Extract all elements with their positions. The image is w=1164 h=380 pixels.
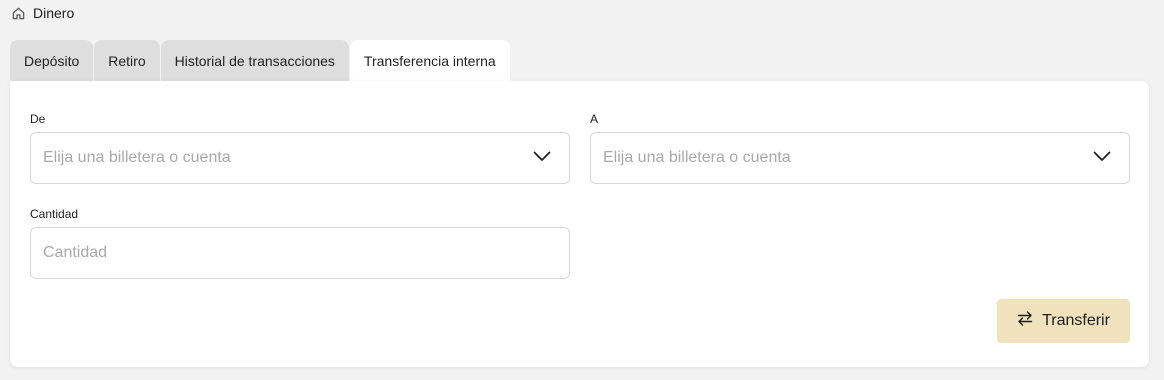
tab-retiro[interactable]: Retiro: [94, 40, 160, 81]
breadcrumb: Dinero: [11, 4, 74, 22]
transfer-button-label: Transferir: [1042, 312, 1110, 329]
tab-deposito[interactable]: Depósito: [10, 40, 94, 81]
to-select[interactable]: Elija una billetera o cuenta: [590, 132, 1130, 184]
tab-transferencia-interna[interactable]: Transferencia interna: [349, 40, 510, 81]
transfer-button[interactable]: Transferir: [997, 299, 1130, 343]
transfer-panel: De Elija una billetera o cuenta A Elija …: [10, 81, 1149, 367]
chevron-down-icon: [1093, 149, 1117, 167]
home-icon[interactable]: [11, 6, 26, 21]
swap-arrows-icon: [1017, 311, 1033, 331]
to-select-placeholder: Elija una billetera o cuenta: [603, 149, 791, 166]
tab-bar: Depósito Retiro Historial de transaccion…: [10, 40, 511, 81]
chevron-down-icon: [533, 149, 557, 167]
amount-input[interactable]: Cantidad: [30, 227, 570, 279]
tab-historial-transacciones[interactable]: Historial de transacciones: [160, 40, 349, 81]
breadcrumb-label[interactable]: Dinero: [33, 5, 74, 21]
to-label: A: [590, 112, 599, 126]
from-select[interactable]: Elija una billetera o cuenta: [30, 132, 570, 184]
from-label: De: [30, 112, 46, 126]
amount-label: Cantidad: [30, 207, 79, 221]
from-select-placeholder: Elija una billetera o cuenta: [43, 149, 231, 166]
